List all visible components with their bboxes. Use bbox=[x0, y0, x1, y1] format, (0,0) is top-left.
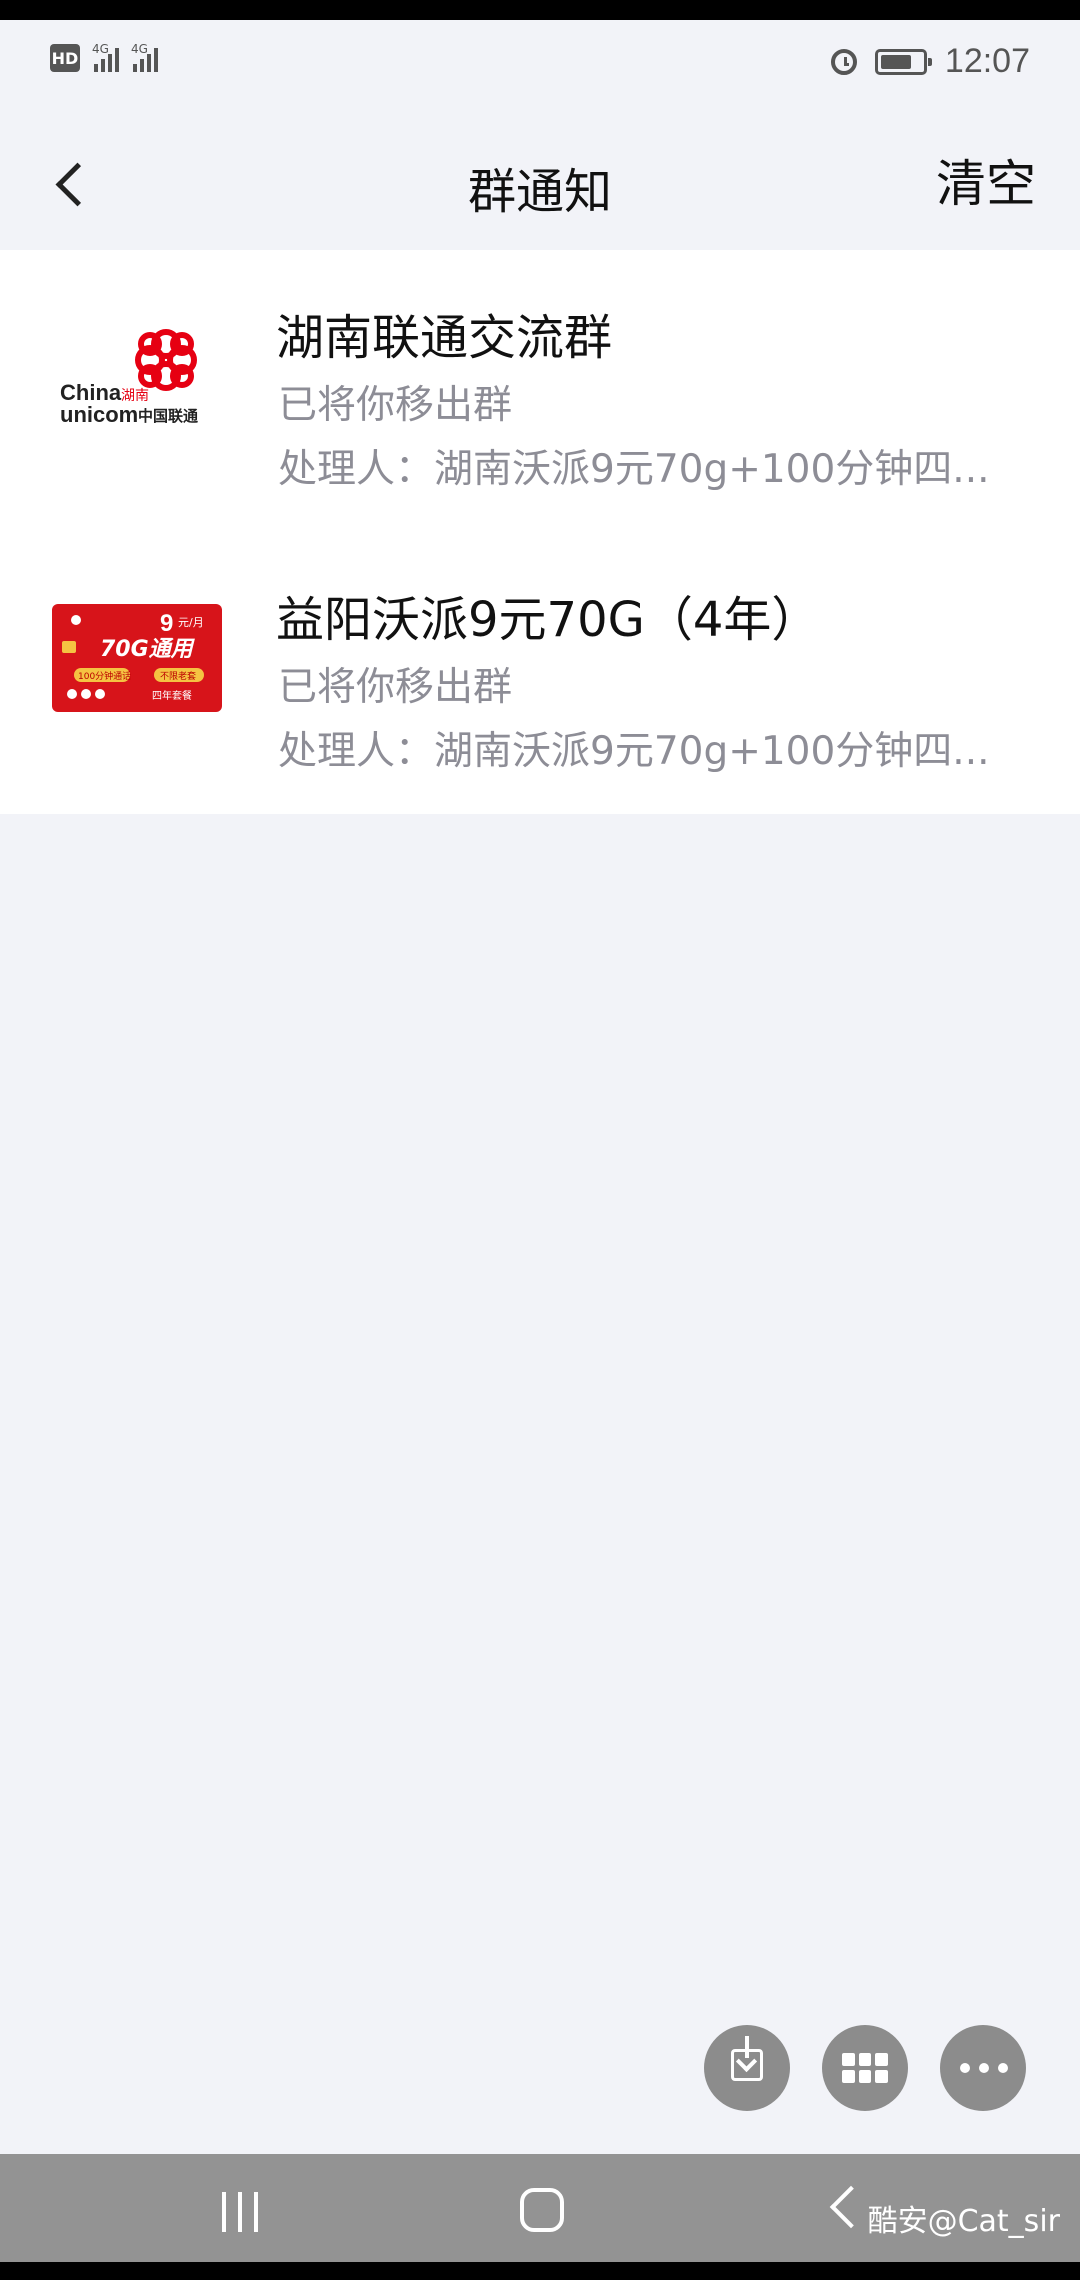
notification-status: 已将你移出群 bbox=[278, 383, 513, 428]
clock: 12:07 bbox=[944, 42, 1030, 80]
system-back-button[interactable] bbox=[829, 2185, 873, 2229]
download-icon bbox=[731, 2036, 763, 2081]
notification-item[interactable]: 9 元/月 70G通用 100分钟通话 不限老套 四年套餐 益阳沃派9元70G（… bbox=[0, 532, 1080, 814]
page-title: 群通知 bbox=[467, 164, 612, 220]
notification-handler: 处理人：湖南沃派9元70g+100分钟四... bbox=[278, 729, 990, 774]
nav-bar: 群通知 清空 bbox=[0, 120, 1080, 250]
grid-button[interactable] bbox=[822, 2025, 908, 2111]
watermark: 酷安@Cat_sir bbox=[867, 2204, 1060, 2239]
battery-level bbox=[880, 54, 911, 69]
notification-handler: 处理人：湖南沃派9元70g+100分钟四... bbox=[278, 447, 990, 492]
group-name: 益阳沃派9元70G（4年） bbox=[276, 592, 820, 648]
svg-text:中国联通: 中国联通 bbox=[138, 407, 198, 425]
unicom-knot-icon bbox=[135, 329, 197, 391]
notification-list: China 湖南 unicom 中国联通 湖南联通交流群 已将你移出群 处理人：… bbox=[0, 250, 1080, 814]
status-bar: HD 4G 4G 12:07 bbox=[0, 20, 1080, 120]
home-button[interactable] bbox=[520, 2188, 564, 2232]
hd-icon: HD bbox=[50, 44, 80, 72]
svg-text:unicom: unicom bbox=[60, 402, 138, 427]
svg-text:100分钟通话: 100分钟通话 bbox=[78, 670, 131, 682]
clear-button[interactable]: 清空 bbox=[936, 144, 1036, 216]
bottom-black-bar bbox=[0, 2262, 1080, 2280]
svg-text:70G通用: 70G通用 bbox=[100, 637, 196, 662]
alarm-icon bbox=[830, 48, 857, 75]
signal-icon: 4G bbox=[92, 42, 119, 72]
svg-text:不限老套: 不限老套 bbox=[160, 670, 196, 682]
group-avatar-unicom-logo: China 湖南 unicom 中国联通 bbox=[48, 304, 228, 454]
top-black-bar bbox=[0, 0, 1080, 20]
svg-text:元/月: 元/月 bbox=[178, 616, 204, 629]
group-avatar-sim-card: 9 元/月 70G通用 100分钟通话 不限老套 四年套餐 bbox=[48, 586, 228, 736]
signal-icon: 4G bbox=[131, 42, 158, 72]
svg-text:9: 9 bbox=[160, 610, 173, 637]
svg-text:四年套餐: 四年套餐 bbox=[152, 689, 192, 702]
grid-icon bbox=[842, 2053, 888, 2083]
battery-icon bbox=[874, 48, 932, 75]
system-nav-bar: 酷安@Cat_sir bbox=[0, 2154, 1080, 2262]
notification-status: 已将你移出群 bbox=[278, 665, 513, 710]
recents-button[interactable] bbox=[222, 2192, 258, 2232]
group-name: 湖南联通交流群 bbox=[276, 310, 613, 366]
more-button[interactable] bbox=[940, 2025, 1026, 2111]
download-button[interactable] bbox=[704, 2025, 790, 2111]
more-icon bbox=[960, 2063, 1008, 2073]
notification-item[interactable]: China 湖南 unicom 中国联通 湖南联通交流群 已将你移出群 处理人：… bbox=[0, 250, 1080, 532]
